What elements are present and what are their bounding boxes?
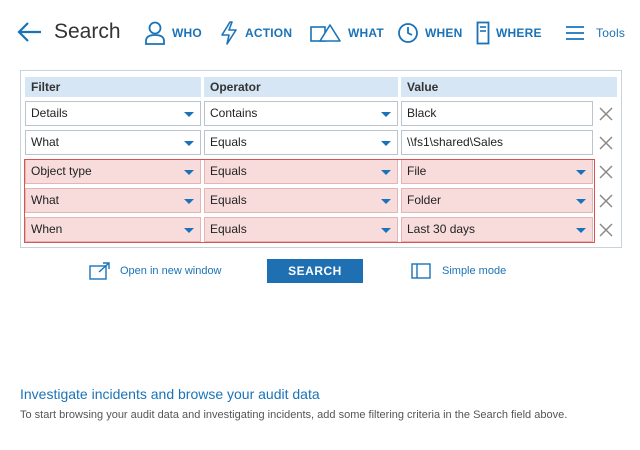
simple-mode-link[interactable]: Simple mode: [411, 263, 506, 279]
filter-select-value: Details: [31, 106, 68, 120]
filter-panel: Filter Operator Value Details Contains B…: [20, 70, 622, 248]
shapes-icon: [310, 24, 341, 42]
value-select[interactable]: File: [401, 159, 593, 184]
user-icon: [145, 21, 165, 45]
clock-icon: [398, 23, 418, 43]
info-heading: Investigate incidents and browse your au…: [20, 386, 320, 402]
hamburger-icon: [566, 26, 584, 40]
filter-select-value: What: [31, 135, 60, 149]
nav-tools[interactable]: Tools: [566, 20, 625, 46]
dropdown-caret-icon: [184, 170, 194, 175]
page-title: Search: [54, 20, 121, 43]
dropdown-caret-icon: [381, 170, 391, 175]
nav-action-label: ACTION: [245, 26, 293, 40]
remove-row-icon[interactable]: [599, 165, 613, 179]
operator-select[interactable]: Equals: [204, 217, 398, 242]
filter-select-value: What: [31, 193, 60, 207]
simple-mode-label: Simple mode: [442, 265, 507, 277]
filter-select[interactable]: Object type: [25, 159, 201, 184]
dropdown-caret-icon: [184, 228, 194, 233]
filter-select[interactable]: What: [25, 188, 201, 213]
panel-icon: [411, 263, 431, 279]
value-input[interactable]: \\fs1\shared\Sales: [401, 130, 593, 155]
remove-row-icon[interactable]: [599, 107, 613, 121]
external-window-icon: [89, 262, 110, 280]
operator-select[interactable]: Equals: [204, 159, 398, 184]
search-button[interactable]: SEARCH: [267, 259, 363, 283]
filter-select[interactable]: When: [25, 217, 201, 242]
dropdown-caret-icon: [184, 199, 194, 204]
filter-select-value: Object type: [31, 164, 92, 178]
column-header-value: Value: [401, 77, 617, 97]
remove-row-icon[interactable]: [599, 194, 613, 208]
nav-where[interactable]: WHERE: [476, 20, 542, 46]
dropdown-caret-icon: [184, 141, 194, 146]
dropdown-caret-icon: [576, 199, 586, 204]
dropdown-caret-icon: [184, 112, 194, 117]
dropdown-caret-icon: [381, 199, 391, 204]
open-new-window-link[interactable]: Open in new window: [89, 262, 222, 280]
column-header-operator: Operator: [204, 77, 398, 97]
filter-select[interactable]: Details: [25, 101, 201, 126]
dropdown-caret-icon: [381, 141, 391, 146]
remove-row-icon[interactable]: [599, 136, 613, 150]
nav-tools-label: Tools: [596, 26, 626, 40]
value-select[interactable]: Folder: [401, 188, 593, 213]
open-new-window-label: Open in new window: [120, 265, 222, 277]
nav-when-label: WHEN: [425, 26, 463, 40]
nav-action[interactable]: ACTION: [219, 20, 292, 46]
server-icon: [476, 21, 490, 45]
column-header-filter: Filter: [25, 77, 201, 97]
value-select[interactable]: Last 30 days: [401, 217, 593, 242]
nav-who[interactable]: WHO: [144, 20, 202, 46]
operator-select-value: Contains: [210, 106, 258, 120]
nav-when[interactable]: WHEN: [397, 20, 462, 46]
lightning-icon: [221, 21, 237, 45]
dropdown-caret-icon: [381, 228, 391, 233]
nav-who-label: WHO: [172, 26, 202, 40]
nav-what-label: WHAT: [348, 26, 384, 40]
top-bar: Search WHO ACTION WHAT WHEN WHERE Tools: [0, 0, 640, 66]
value-select-value: Last 30 days: [407, 222, 476, 236]
value-input[interactable]: Black: [401, 101, 593, 126]
value-select-value: File: [407, 164, 427, 178]
info-description: To start browsing your audit data and in…: [20, 409, 568, 421]
operator-select-value: Equals: [210, 135, 247, 149]
dropdown-caret-icon: [381, 112, 391, 117]
operator-select-value: Equals: [210, 164, 247, 178]
remove-row-icon[interactable]: [599, 223, 613, 237]
operator-select[interactable]: Equals: [204, 130, 398, 155]
operator-select-value: Equals: [210, 193, 247, 207]
nav-what[interactable]: WHAT: [310, 20, 384, 46]
dropdown-caret-icon: [576, 228, 586, 233]
operator-select-value: Equals: [210, 222, 247, 236]
nav-where-label: WHERE: [496, 26, 542, 40]
dropdown-caret-icon: [576, 170, 586, 175]
filter-select[interactable]: What: [25, 130, 201, 155]
operator-select[interactable]: Equals: [204, 188, 398, 213]
value-select-value: Folder: [407, 193, 442, 207]
back-arrow-icon[interactable]: [17, 20, 43, 44]
operator-select[interactable]: Contains: [204, 101, 398, 126]
filter-select-value: When: [31, 222, 63, 236]
